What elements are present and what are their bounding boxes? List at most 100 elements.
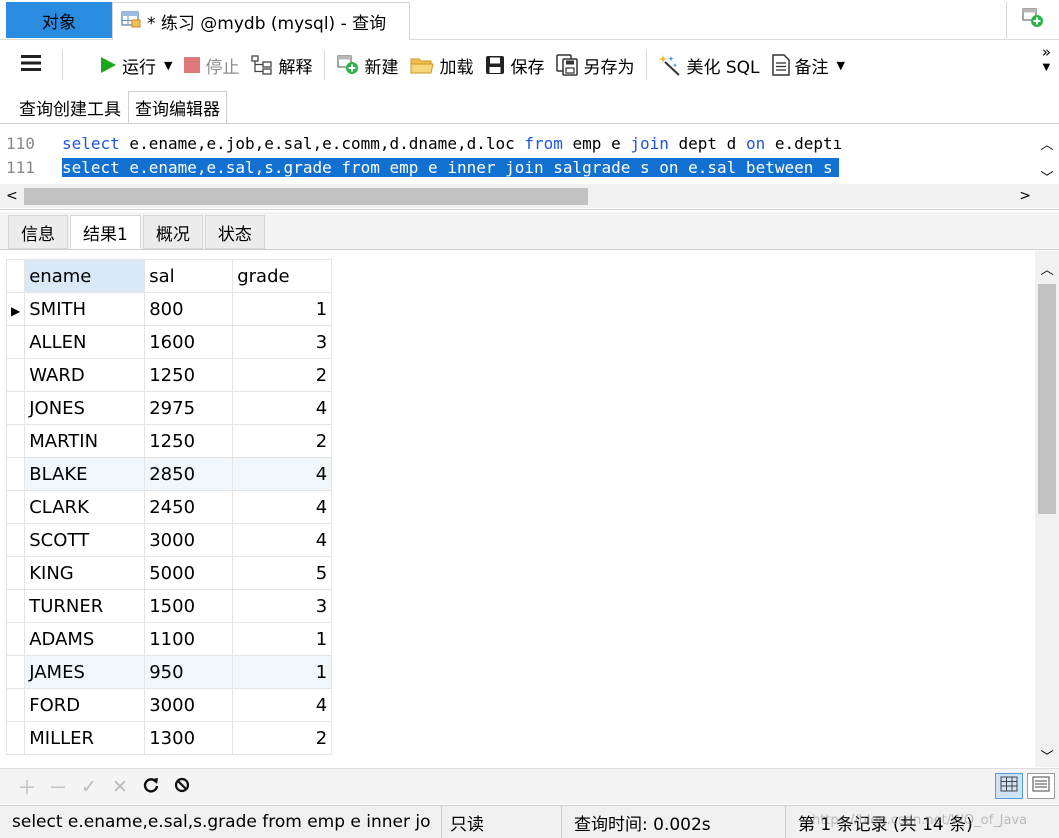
cell-ename[interactable]: KING	[24, 556, 146, 590]
row-header[interactable]	[5, 688, 26, 722]
table-row[interactable]: CLARK 2450 4	[5, 490, 333, 524]
cell-grade[interactable]: 4	[232, 523, 333, 557]
apply-changes-icon[interactable]: ✓	[76, 776, 102, 798]
row-header[interactable]	[5, 391, 26, 425]
cell-ename[interactable]: SMITH	[24, 292, 146, 326]
sql-editor[interactable]: 110 select e.ename,e.job,e.sal,e.comm,d.…	[0, 124, 1059, 210]
row-header[interactable]	[5, 457, 26, 491]
row-header[interactable]	[5, 589, 26, 623]
code-line[interactable]: 110 select e.ename,e.job,e.sal,e.comm,d.…	[0, 131, 1035, 155]
cell-sal[interactable]: 1100	[144, 622, 234, 656]
cell-sal[interactable]: 1500	[144, 589, 234, 623]
tab-query-builder[interactable]: 查询创建工具	[12, 91, 128, 124]
cell-grade[interactable]: 1	[232, 292, 333, 326]
cell-grade[interactable]: 4	[232, 688, 333, 722]
cell-sal[interactable]: 2850	[144, 457, 234, 491]
tab-status[interactable]: 状态	[204, 215, 265, 249]
delete-record-icon[interactable]: －	[45, 773, 71, 800]
row-header[interactable]	[5, 523, 26, 557]
table-row[interactable]: JAMES 950 1	[5, 655, 333, 689]
cell-grade[interactable]: 5	[232, 556, 333, 590]
cell-ename[interactable]: CLARK	[24, 490, 146, 524]
table-row[interactable]: ALLEN 1600 3	[5, 325, 333, 359]
cell-grade[interactable]: 3	[232, 325, 333, 359]
save-button[interactable]: 保存	[479, 47, 550, 83]
table-row[interactable]: WARD 1250 2	[5, 358, 333, 392]
table-row[interactable]: MILLER 1300 2	[5, 721, 333, 755]
cell-sal[interactable]: 2450	[144, 490, 234, 524]
new-tab-button[interactable]	[1006, 2, 1058, 38]
row-header[interactable]	[5, 556, 26, 590]
table-row[interactable]: ADAMS 1100 1	[5, 622, 333, 656]
tab-query[interactable]: * 练习 @mydb (mysql) - 查询	[112, 2, 410, 40]
tab-result1[interactable]: 结果1	[70, 215, 141, 249]
column-header-sal[interactable]: sal	[144, 259, 234, 293]
column-header-ename[interactable]: ename	[24, 259, 146, 293]
tab-profile[interactable]: 概况	[142, 215, 203, 249]
refresh-icon[interactable]	[138, 776, 164, 798]
tab-query-editor[interactable]: 查询编辑器	[128, 91, 227, 124]
grid-view-button[interactable]	[995, 773, 1023, 799]
table-row[interactable]: JONES 2975 4	[5, 391, 333, 425]
cell-ename[interactable]: BLAKE	[24, 457, 146, 491]
cell-grade[interactable]: 4	[232, 391, 333, 425]
load-button[interactable]: 加载	[404, 47, 479, 83]
cell-ename[interactable]: ALLEN	[24, 325, 146, 359]
discard-changes-icon[interactable]: ✕	[107, 776, 133, 798]
cell-grade[interactable]: 2	[232, 358, 333, 392]
column-header-grade[interactable]: grade	[232, 259, 333, 293]
table-row[interactable]: TURNER 1500 3	[5, 589, 333, 623]
row-header[interactable]	[5, 424, 26, 458]
cell-ename[interactable]: SCOTT	[24, 523, 146, 557]
cell-ename[interactable]: WARD	[24, 358, 146, 392]
beautify-sql-button[interactable]: 美化 SQL	[653, 47, 765, 83]
cell-grade[interactable]: 4	[232, 490, 333, 524]
cell-grade[interactable]: 1	[232, 622, 333, 656]
table-row[interactable]: SCOTT 3000 4	[5, 523, 333, 557]
cell-sal[interactable]: 3000	[144, 688, 234, 722]
cell-sal[interactable]: 800	[144, 292, 234, 326]
table-row[interactable]: MARTIN 1250 2	[5, 424, 333, 458]
grid-vertical-scrollbar[interactable]: ︿ ﹀	[1035, 251, 1059, 767]
code-line-selected[interactable]: 111 select e.ename,e.sal,s.grade from em…	[0, 155, 1035, 179]
cell-sal[interactable]: 1250	[144, 358, 234, 392]
row-header[interactable]	[5, 490, 26, 524]
toolbar-overflow-button[interactable]: » ▼	[1042, 44, 1051, 76]
cell-sal[interactable]: 5000	[144, 556, 234, 590]
row-header[interactable]	[5, 358, 26, 392]
cell-sal[interactable]: 1600	[144, 325, 234, 359]
tab-info[interactable]: 信息	[8, 215, 68, 249]
tab-objects[interactable]: 对象	[6, 2, 112, 38]
new-query-button[interactable]: 新建	[331, 47, 404, 83]
cell-ename[interactable]: JAMES	[24, 655, 146, 689]
cell-ename[interactable]: MARTIN	[24, 424, 146, 458]
menu-button[interactable]	[0, 47, 56, 83]
table-row[interactable]: ▶ SMITH 800 1	[5, 292, 333, 326]
stop-button[interactable]: 停止	[178, 47, 245, 83]
save-as-button[interactable]: 另存为	[550, 47, 640, 83]
form-view-button[interactable]	[1027, 773, 1055, 799]
row-header[interactable]	[5, 622, 26, 656]
cell-ename[interactable]: TURNER	[24, 589, 146, 623]
run-button[interactable]: 运行 ▼	[69, 47, 178, 83]
cell-grade[interactable]: 3	[232, 589, 333, 623]
cell-sal[interactable]: 3000	[144, 523, 234, 557]
cell-sal[interactable]: 1250	[144, 424, 234, 458]
cell-grade[interactable]: 2	[232, 424, 333, 458]
cell-grade[interactable]: 1	[232, 655, 333, 689]
explain-button[interactable]: 解释	[245, 47, 318, 83]
stop-loading-icon[interactable]	[169, 776, 195, 798]
notes-button[interactable]: 备注 ▼	[766, 47, 851, 83]
row-header[interactable]	[5, 325, 26, 359]
row-header[interactable]	[5, 655, 26, 689]
scrollbar-thumb[interactable]	[1038, 284, 1056, 514]
editor-vertical-scrollbar[interactable]: ︿ ﹀	[1035, 134, 1059, 186]
table-row[interactable]: BLAKE 2850 4	[5, 457, 333, 491]
scrollbar-thumb[interactable]	[24, 188, 588, 205]
cell-ename[interactable]: FORD	[24, 688, 146, 722]
result-grid[interactable]: ename sal grade ▶ SMITH 800 1 ALLEN 1600 3 WARD…	[0, 251, 1035, 767]
cell-ename[interactable]: MILLER	[24, 721, 146, 755]
table-row[interactable]: FORD 3000 4	[5, 688, 333, 722]
cell-ename[interactable]: JONES	[24, 391, 146, 425]
cell-sal[interactable]: 1300	[144, 721, 234, 755]
